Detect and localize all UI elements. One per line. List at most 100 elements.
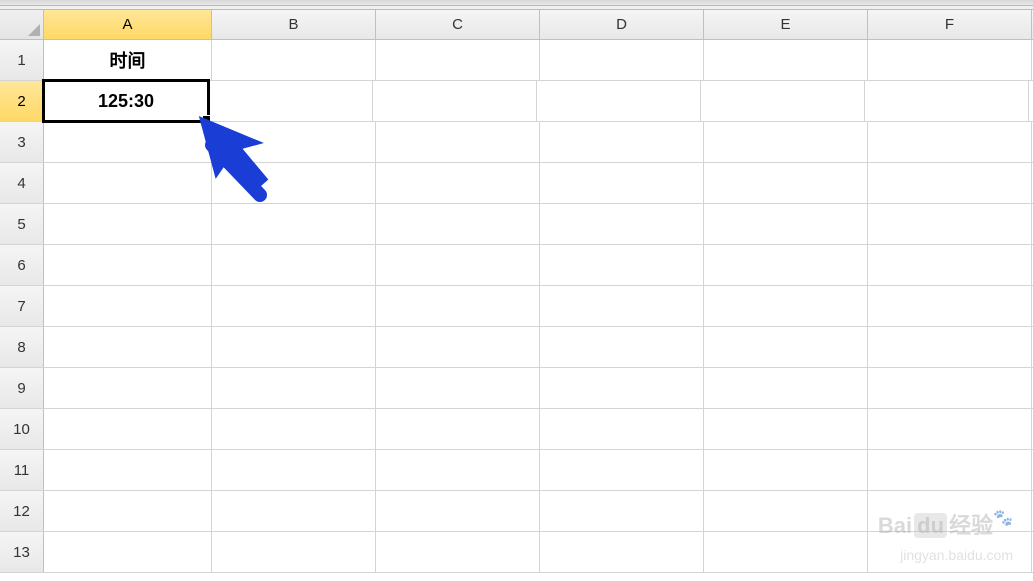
table-row: 13 [0,532,1033,573]
cell-E11[interactable] [704,450,868,490]
cell-D7[interactable] [540,286,704,326]
cell-E13[interactable] [704,532,868,572]
cell-E4[interactable] [704,163,868,203]
cell-D6[interactable] [540,245,704,285]
column-header-A[interactable]: A [44,10,212,39]
row-header-6[interactable]: 6 [0,245,44,285]
cell-D8[interactable] [540,327,704,367]
cell-D12[interactable] [540,491,704,531]
column-header-D[interactable]: D [540,10,704,39]
cell-A8[interactable] [44,327,212,367]
cell-B1[interactable] [212,40,376,80]
row-header-10[interactable]: 10 [0,409,44,449]
cell-B12[interactable] [212,491,376,531]
row-header-3[interactable]: 3 [0,122,44,162]
row-header-12[interactable]: 12 [0,491,44,531]
cell-B4[interactable] [212,163,376,203]
cell-B8[interactable] [212,327,376,367]
cell-E12[interactable] [704,491,868,531]
cell-E8[interactable] [704,327,868,367]
cell-E2[interactable] [701,81,865,121]
cell-E7[interactable] [704,286,868,326]
row-header-1[interactable]: 1 [0,40,44,80]
row-header-9[interactable]: 9 [0,368,44,408]
cell-C10[interactable] [376,409,540,449]
cell-C2[interactable] [373,81,537,121]
cell-E10[interactable] [704,409,868,449]
cell-A4[interactable] [44,163,212,203]
row-header-8[interactable]: 8 [0,327,44,367]
cell-C5[interactable] [376,204,540,244]
cell-F5[interactable] [868,204,1032,244]
cell-A10[interactable] [44,409,212,449]
cell-D4[interactable] [540,163,704,203]
cell-F13[interactable] [868,532,1032,572]
cell-F7[interactable] [868,286,1032,326]
cell-A13[interactable] [44,532,212,572]
cell-B5[interactable] [212,204,376,244]
row-header-2[interactable]: 2 [0,81,44,121]
cell-E3[interactable] [704,122,868,162]
cell-C4[interactable] [376,163,540,203]
cell-A1[interactable]: 时间 [44,40,212,80]
cell-F12[interactable] [868,491,1032,531]
cell-B10[interactable] [212,409,376,449]
cell-C12[interactable] [376,491,540,531]
cell-A3[interactable] [44,122,212,162]
cell-E5[interactable] [704,204,868,244]
cell-A11[interactable] [44,450,212,490]
cell-D11[interactable] [540,450,704,490]
cell-D2[interactable] [537,81,701,121]
cell-B13[interactable] [212,532,376,572]
cell-F6[interactable] [868,245,1032,285]
row-header-5[interactable]: 5 [0,204,44,244]
cell-D5[interactable] [540,204,704,244]
cell-B6[interactable] [212,245,376,285]
cell-B3[interactable] [212,122,376,162]
cell-A6[interactable] [44,245,212,285]
column-header-B[interactable]: B [212,10,376,39]
cell-C7[interactable] [376,286,540,326]
cell-F10[interactable] [868,409,1032,449]
cell-A7[interactable] [44,286,212,326]
row-header-4[interactable]: 4 [0,163,44,203]
cell-F11[interactable] [868,450,1032,490]
cell-E6[interactable] [704,245,868,285]
cell-F9[interactable] [868,368,1032,408]
row-header-11[interactable]: 11 [0,450,44,490]
cell-D13[interactable] [540,532,704,572]
cell-D9[interactable] [540,368,704,408]
column-header-C[interactable]: C [376,10,540,39]
cell-A12[interactable] [44,491,212,531]
row-header-13[interactable]: 13 [0,532,44,572]
cell-E9[interactable] [704,368,868,408]
select-all-corner[interactable] [0,10,44,39]
column-header-E[interactable]: E [704,10,868,39]
cell-F2[interactable] [865,81,1029,121]
cell-D3[interactable] [540,122,704,162]
cell-C1[interactable] [376,40,540,80]
cell-A5[interactable] [44,204,212,244]
cell-C9[interactable] [376,368,540,408]
cell-B7[interactable] [212,286,376,326]
cell-B9[interactable] [212,368,376,408]
table-row: 9 [0,368,1033,409]
row-header-7[interactable]: 7 [0,286,44,326]
cell-B11[interactable] [212,450,376,490]
cell-F4[interactable] [868,163,1032,203]
cell-F1[interactable] [868,40,1032,80]
column-header-F[interactable]: F [868,10,1032,39]
cell-C8[interactable] [376,327,540,367]
cell-B2[interactable] [209,81,373,121]
cell-E1[interactable] [704,40,868,80]
cell-C3[interactable] [376,122,540,162]
cell-A2[interactable]: 125:30 [42,79,210,123]
cell-D10[interactable] [540,409,704,449]
cell-C6[interactable] [376,245,540,285]
cell-F3[interactable] [868,122,1032,162]
cell-C11[interactable] [376,450,540,490]
cell-D1[interactable] [540,40,704,80]
cell-A9[interactable] [44,368,212,408]
cell-C13[interactable] [376,532,540,572]
cell-F8[interactable] [868,327,1032,367]
